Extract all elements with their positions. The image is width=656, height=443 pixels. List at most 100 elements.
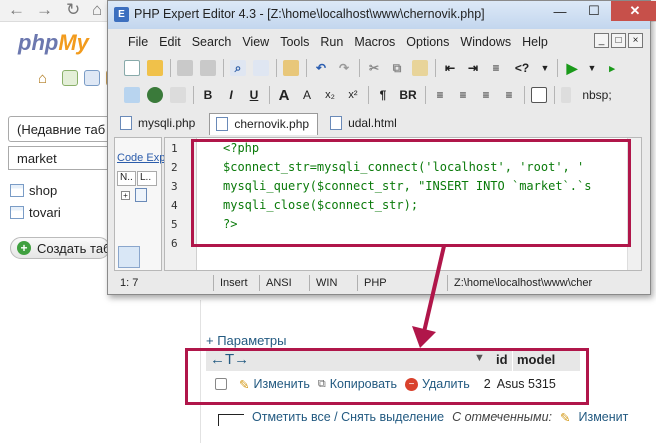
explorer-column-name[interactable]: N.. bbox=[117, 171, 136, 186]
result-highlight-box bbox=[185, 348, 589, 405]
indent-left-icon[interactable]: ⇤ bbox=[442, 60, 458, 76]
line-endings: WIN bbox=[310, 275, 358, 291]
menu-bar: File Edit Search View Tools Run Macros O… bbox=[108, 31, 650, 53]
bold-icon[interactable]: B bbox=[200, 87, 216, 103]
menu-run[interactable]: Run bbox=[320, 35, 343, 49]
align-center-icon[interactable]: ≡ bbox=[455, 87, 471, 103]
menu-tools[interactable]: Tools bbox=[280, 35, 309, 49]
table-filter-input[interactable]: market bbox=[8, 146, 112, 170]
toolbar-handle-icon bbox=[561, 87, 571, 103]
save-all-icon[interactable] bbox=[200, 60, 216, 76]
minimize-button[interactable]: — bbox=[543, 1, 577, 21]
create-table-button[interactable]: + Создать таб bbox=[10, 237, 110, 259]
separator bbox=[193, 86, 194, 104]
table-footer: Отметить все / Снять выделение С отмечен… bbox=[218, 408, 628, 426]
nbsp-button[interactable]: nbsp; bbox=[578, 87, 616, 103]
menu-view[interactable]: View bbox=[242, 35, 269, 49]
menu-help[interactable]: Help bbox=[522, 35, 548, 49]
line-number: 2 bbox=[171, 161, 178, 174]
redo-icon[interactable]: ↷ bbox=[336, 60, 352, 76]
tab-mysqli[interactable]: mysqli.php bbox=[114, 113, 203, 135]
explorer-column-line[interactable]: L.. bbox=[137, 171, 157, 186]
align-left-icon[interactable]: ≡ bbox=[432, 87, 448, 103]
menu-file[interactable]: File bbox=[128, 35, 148, 49]
table-item-shop[interactable]: shop bbox=[10, 181, 57, 199]
copy-icon[interactable]: ⧉ bbox=[389, 60, 405, 76]
separator bbox=[269, 86, 270, 104]
align-justify-icon[interactable]: ≡ bbox=[501, 87, 517, 103]
mdi-restore-button[interactable]: □ bbox=[611, 33, 626, 48]
params-link[interactable]: + Параметры bbox=[206, 333, 287, 348]
indent-icon[interactable] bbox=[283, 60, 299, 76]
reload-icon[interactable]: ↻ bbox=[66, 0, 80, 20]
php-tag-icon[interactable]: <? bbox=[511, 60, 533, 76]
comment-icon[interactable]: ≡ bbox=[488, 60, 504, 76]
separator bbox=[276, 59, 277, 77]
code-explorer-panel: Code Exp N.. L.. + bbox=[114, 137, 165, 271]
image-icon[interactable] bbox=[124, 87, 140, 103]
query-icon[interactable] bbox=[84, 70, 100, 86]
align-right-icon[interactable]: ≡ bbox=[478, 87, 494, 103]
maximize-button[interactable]: ☐ bbox=[577, 1, 611, 21]
table-item-tovari[interactable]: tovari bbox=[10, 203, 61, 221]
menu-options[interactable]: Options bbox=[406, 35, 449, 49]
table-insert-icon[interactable] bbox=[531, 87, 547, 103]
explorer-toggle-button[interactable] bbox=[118, 246, 140, 268]
toolbar-main: ⌕ ↶ ↷ ✂ ⧉ ⇤ ⇥ ≡ <? ▼ ▶ ▼ ▸ bbox=[124, 55, 627, 81]
line-break-icon[interactable]: BR bbox=[398, 87, 418, 103]
separator bbox=[223, 59, 224, 77]
link-icon[interactable] bbox=[170, 87, 186, 103]
cut-icon[interactable]: ✂ bbox=[366, 60, 382, 76]
table-icon bbox=[10, 205, 24, 219]
font-size-up-icon[interactable]: A bbox=[276, 87, 292, 104]
undo-icon[interactable]: ↶ bbox=[313, 60, 329, 76]
file-icon[interactable] bbox=[135, 188, 147, 202]
line-number: 4 bbox=[171, 199, 178, 212]
step-run-icon[interactable]: ▸ bbox=[604, 60, 620, 76]
menu-macros[interactable]: Macros bbox=[354, 35, 395, 49]
globe-icon[interactable] bbox=[147, 87, 163, 103]
tab-chernovik[interactable]: chernovik.php bbox=[209, 113, 319, 135]
check-all-link[interactable]: Отметить все / Снять выделение bbox=[252, 410, 444, 424]
bulk-edit-link[interactable]: Изменит bbox=[578, 410, 628, 424]
mdi-minimize-button[interactable]: _ bbox=[594, 33, 609, 48]
paste-icon[interactable] bbox=[412, 60, 428, 76]
find-icon[interactable]: ⌕ bbox=[230, 60, 246, 76]
font-size-down-icon[interactable]: A bbox=[299, 87, 315, 103]
dropdown-arrow-icon[interactable]: ▼ bbox=[540, 60, 550, 76]
tab-udal[interactable]: udal.html bbox=[324, 113, 405, 135]
subscript-icon[interactable]: x₂ bbox=[322, 87, 338, 103]
save-icon[interactable] bbox=[177, 60, 193, 76]
paragraph-icon[interactable]: ¶ bbox=[375, 87, 391, 103]
indent-right-icon[interactable]: ⇥ bbox=[465, 60, 481, 76]
separator bbox=[425, 86, 426, 104]
menu-edit[interactable]: Edit bbox=[159, 35, 181, 49]
mdi-close-button[interactable]: × bbox=[628, 33, 643, 48]
home-icon[interactable]: ⌂ bbox=[38, 70, 54, 87]
forward-arrow-icon[interactable]: → bbox=[36, 0, 53, 20]
menu-search[interactable]: Search bbox=[192, 35, 232, 49]
home-icon[interactable]: ⌂ bbox=[92, 0, 102, 20]
italic-icon[interactable]: I bbox=[223, 87, 239, 103]
back-arrow-icon[interactable]: ← bbox=[8, 0, 25, 20]
run-dropdown-icon[interactable]: ▼ bbox=[587, 60, 597, 76]
tree-expand-icon[interactable]: + bbox=[121, 191, 130, 200]
plus-icon: + bbox=[17, 241, 31, 255]
close-button[interactable]: ✕ bbox=[611, 1, 656, 21]
recent-tables-select[interactable]: (Недавние таб bbox=[8, 116, 112, 142]
superscript-icon[interactable]: x² bbox=[345, 87, 361, 103]
code-explorer-title[interactable]: Code Exp bbox=[117, 152, 165, 164]
separator bbox=[368, 86, 369, 104]
exit-icon[interactable] bbox=[62, 70, 78, 86]
line-number: 6 bbox=[171, 237, 178, 250]
menu-windows[interactable]: Windows bbox=[460, 35, 511, 49]
open-folder-icon[interactable] bbox=[147, 60, 163, 76]
new-file-icon[interactable] bbox=[124, 60, 140, 76]
run-icon[interactable]: ▶ bbox=[564, 60, 580, 76]
separator bbox=[170, 59, 171, 77]
tab-label: chernovik.php bbox=[234, 117, 310, 131]
underline-icon[interactable]: U bbox=[246, 87, 262, 103]
file-icon bbox=[216, 117, 229, 131]
tab-label: udal.html bbox=[348, 116, 397, 130]
replace-icon[interactable] bbox=[253, 60, 269, 76]
